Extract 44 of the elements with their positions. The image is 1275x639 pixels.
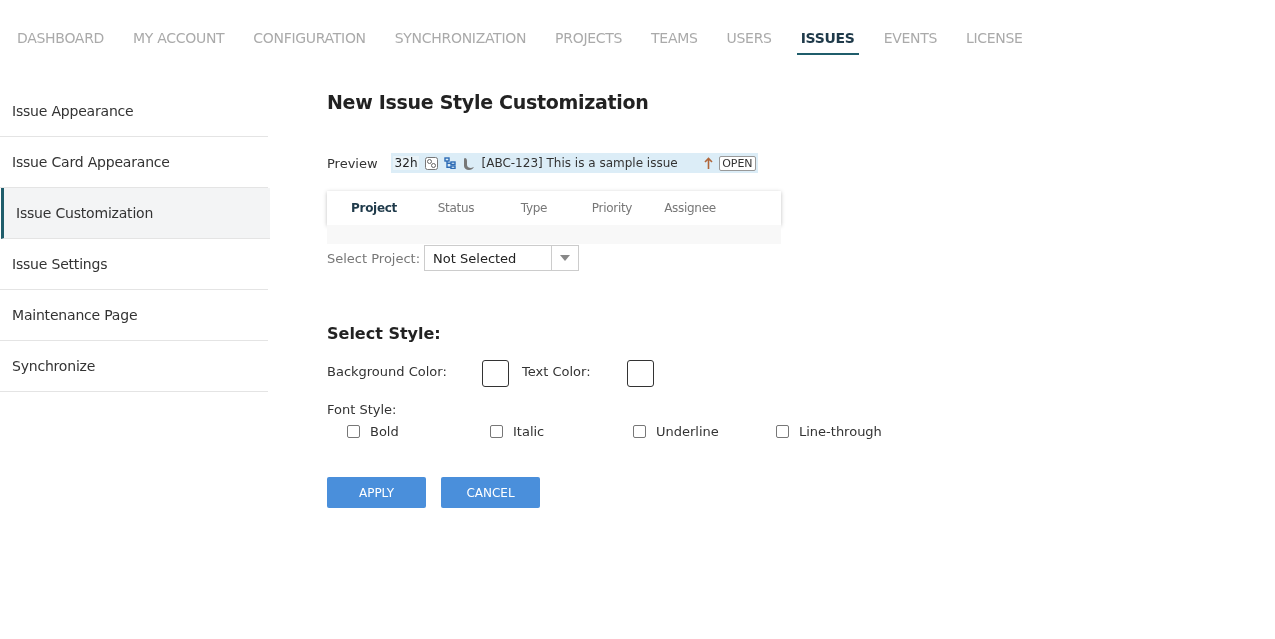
- nav-tab[interactable]: CONFIGURATION: [249, 30, 370, 55]
- checkbox-label: Underline: [656, 424, 719, 439]
- nav-tab[interactable]: MY ACCOUNT: [129, 30, 229, 55]
- link-icon: [425, 156, 439, 170]
- caret-icon: [560, 255, 571, 261]
- filter-tab[interactable]: Priority: [573, 201, 651, 215]
- page-title: New Issue Style Customization: [327, 91, 649, 113]
- filter-tab[interactable]: Status: [417, 201, 495, 215]
- filter-tab[interactable]: Project: [339, 201, 409, 215]
- tail-icon: [462, 156, 476, 170]
- checkbox-label: Line-through: [799, 424, 882, 439]
- background-color-swatch[interactable]: [482, 360, 509, 387]
- text-color-label: Text Color:: [522, 363, 592, 379]
- filter-tab[interactable]: Assignee: [651, 201, 729, 215]
- section-heading: Select Style:: [327, 324, 441, 343]
- checkbox[interactable]: [776, 425, 789, 438]
- sidebar-item[interactable]: Issue Settings: [0, 239, 268, 290]
- nav-tab[interactable]: SYNCHRONIZATION: [390, 30, 531, 55]
- checkbox-label: Italic: [513, 424, 545, 439]
- sidebar-item[interactable]: Issue Customization: [1, 188, 270, 239]
- preview-label: Preview: [327, 155, 378, 171]
- filter-tab[interactable]: Type: [495, 201, 573, 215]
- sidebar-item[interactable]: Issue Appearance: [0, 86, 268, 137]
- select-project-label: Select Project:: [327, 250, 421, 266]
- project-dropdown[interactable]: Not Selected: [424, 245, 580, 271]
- sidebar-item[interactable]: Maintenance Page: [0, 290, 268, 341]
- font-style-label: Font Style:: [327, 402, 397, 417]
- checkbox-label: Bold: [370, 424, 399, 439]
- checkbox[interactable]: [490, 425, 503, 438]
- nav-tab[interactable]: TEAMS: [647, 30, 702, 55]
- checkbox[interactable]: [633, 425, 646, 438]
- action-button[interactable]: CANCEL: [441, 477, 540, 508]
- hierarchy-icon: [444, 157, 457, 169]
- text-color-swatch[interactable]: [627, 360, 654, 387]
- action-button[interactable]: APPLY: [327, 477, 426, 508]
- sidebar-item[interactable]: Synchronize: [0, 341, 268, 392]
- background-color-label: Background Color:: [327, 363, 448, 379]
- nav-tab[interactable]: ISSUES: [796, 30, 859, 55]
- status-badge: OPEN: [719, 155, 756, 171]
- estimate-badge: 32h: [392, 156, 420, 170]
- issue-title: [ABC-123] This is a sample issue: [481, 156, 679, 170]
- nav-tab[interactable]: USERS: [722, 30, 776, 55]
- arrow-up-icon: [704, 157, 714, 169]
- checkbox[interactable]: [347, 425, 360, 438]
